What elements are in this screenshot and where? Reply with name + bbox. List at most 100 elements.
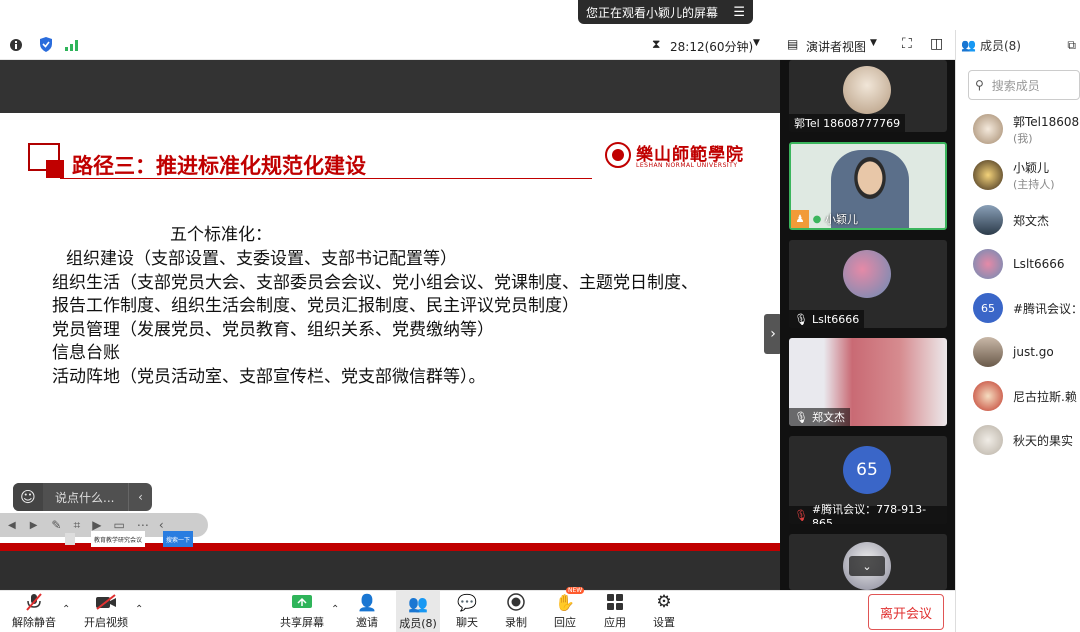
avatar [973, 337, 1003, 367]
microphone-icon: 🎙 [794, 312, 808, 326]
menu-icon[interactable]: ☰ [733, 5, 745, 20]
video-tile[interactable]: ♟ ● 小颖儿 [789, 142, 947, 230]
popout-icon[interactable]: ⧉ [1067, 38, 1076, 53]
invite-label: 邀请 [356, 616, 378, 629]
share-screen-icon [291, 592, 313, 612]
new-badge: NEW [566, 587, 585, 594]
tile-name: Lslt6666 [811, 312, 860, 326]
record-button[interactable]: 录制 [505, 592, 527, 630]
member-role: (我) [1013, 131, 1033, 145]
member-search-placeholder: 搜索成员 [991, 78, 1040, 93]
chat-icon: 💬 [457, 592, 477, 612]
shared-taskbar: 教育教学研究会议 搜索一下 [65, 531, 195, 547]
slide-line: 五个标准化： [170, 225, 272, 245]
reaction-button[interactable]: ✋ NEW 回应 [554, 587, 585, 630]
app-icon [65, 533, 75, 545]
meeting-timer[interactable]: 28:12(60分钟) [670, 38, 753, 55]
video-label: 开启视频 [84, 616, 128, 629]
sidebar-toggle-icon[interactable]: ◫ [930, 36, 943, 52]
video-tile[interactable]: 🎙 郑文杰 [789, 338, 947, 426]
chevron-up-icon[interactable]: ⌃ [62, 604, 70, 615]
camera-off-icon [95, 592, 117, 612]
tile-name-row: ♟ ● 小颖儿 [791, 210, 863, 228]
video-tile[interactable]: 65 🎙 #腾讯会议：778-913-865 [789, 436, 947, 524]
member-search-input[interactable]: ⚲ 搜索成员 [968, 70, 1080, 100]
logo-subtext: LESHAN NORMAL UNIVERSITY [636, 162, 738, 169]
shield-icon[interactable] [38, 37, 54, 53]
member-item[interactable]: 郑文杰 [973, 205, 1049, 235]
avatar-initials: 65 [843, 446, 891, 494]
member-name: 秋天的果实 [1013, 433, 1074, 448]
fullscreen-icon[interactable]: ⛶ [902, 36, 912, 52]
reaction-icon: ✋ NEW [555, 587, 585, 612]
member-item[interactable]: 尼古拉斯.赖 [973, 381, 1077, 411]
member-name: 尼古拉斯.赖 [1013, 389, 1077, 404]
apps-button[interactable]: 应用 [604, 592, 626, 630]
taskbar-item: 搜索一下 [163, 531, 194, 547]
next-icon[interactable]: ▶ [30, 520, 38, 531]
tile-name: #腾讯会议：778-913-865 [811, 502, 927, 525]
member-item[interactable]: 秋天的果实 [973, 425, 1073, 455]
slide-line: 组织生活（支部党员大会、支部委员会会议、党小组会议、党课制度、主题党日制度、 [52, 273, 698, 293]
video-tile[interactable]: 🎙 Lslt6666 [789, 240, 947, 328]
member-name: just.go [1013, 345, 1054, 359]
scroll-down-icon[interactable]: ⌄ [849, 556, 885, 576]
users-icon: 👥 [961, 38, 976, 52]
record-label: 录制 [505, 616, 527, 629]
member-item[interactable]: just.go [973, 337, 1054, 367]
settings-button[interactable]: ⚙ 设置 [653, 592, 675, 630]
info-icon[interactable] [8, 37, 24, 53]
avatar [973, 205, 1003, 235]
reaction-label: 回应 [554, 616, 576, 629]
chevron-up-icon[interactable]: ⌃ [135, 604, 143, 615]
title-underline [60, 178, 592, 179]
view-mode-button[interactable]: 演讲者视图 [806, 38, 866, 55]
apps-label: 应用 [604, 616, 626, 629]
chevron-down-icon[interactable]: ▼ [753, 38, 760, 48]
seal-icon [605, 142, 631, 168]
member-name: 小颖儿 [1013, 160, 1050, 175]
tile-name: 郭Tel 18608777769 [789, 114, 906, 132]
search-icon: ⚲ [975, 78, 984, 92]
tile-name-row: 🎙 Lslt6666 [789, 310, 865, 328]
video-tile[interactable]: ⌄ [789, 534, 947, 590]
unmute-button[interactable]: 解除静音 [12, 592, 56, 630]
invite-button[interactable]: 👤 邀请 [356, 592, 378, 630]
member-item[interactable]: 小颖儿 (主持人) [973, 160, 1055, 191]
chevron-up-icon[interactable]: ⌃ [331, 604, 339, 615]
microphone-muted-icon: 🎙 [794, 508, 808, 522]
chat-placeholder: 说点什么... [55, 490, 115, 505]
slide-title: 路径三：推进标准化规范化建设 [72, 153, 366, 178]
avatar [973, 425, 1003, 455]
leave-meeting-button[interactable]: 离开会议 [868, 594, 944, 630]
comment-icon[interactable]: ▭ [113, 518, 124, 532]
video-tile[interactable]: 郭Tel 18608777769 [789, 60, 947, 132]
unmute-label: 解除静音 [12, 616, 56, 629]
start-video-button[interactable]: 开启视频 [84, 592, 128, 630]
more-icon[interactable]: ⋯ [137, 518, 149, 532]
users-icon: 👥 [408, 593, 428, 613]
chat-label: 聊天 [456, 616, 478, 629]
sharing-banner-text: 您正在观看小颖儿的屏幕 [586, 5, 719, 20]
chevron-down-icon[interactable]: ▼ [870, 38, 877, 48]
members-button[interactable]: 👥 成员(8) [396, 590, 440, 632]
member-item[interactable]: 郭Tel18608777 (我) [973, 114, 1080, 145]
pen-icon[interactable]: ✎ [51, 518, 61, 532]
signal-icon[interactable] [64, 37, 80, 53]
camera-icon[interactable]: ▶ [92, 518, 101, 532]
share-screen-button[interactable]: 共享屏幕 [280, 592, 324, 630]
collapse-chat-icon[interactable]: ‹ [128, 483, 152, 511]
tile-name: 小颖儿 [825, 213, 858, 226]
avatar-initials: 65 [973, 293, 1003, 323]
microphone-icon: 🎙 [794, 410, 808, 424]
emoji-icon[interactable]: ☺ [13, 483, 43, 511]
prev-icon[interactable]: ◀ [8, 520, 16, 531]
chat-input[interactable]: ☺ 说点什么... ‹ [13, 483, 152, 511]
sharing-banner[interactable]: 您正在观看小颖儿的屏幕 ☰ [578, 0, 753, 24]
record-icon [505, 592, 527, 612]
collapse-icon[interactable]: ‹ [159, 518, 164, 532]
slide-line: 组织建设（支部设置、支委设置、支部书记配置等） [66, 249, 457, 269]
member-item[interactable]: 65 #腾讯会议： [973, 293, 1080, 323]
chat-button[interactable]: 💬 聊天 [456, 592, 478, 630]
member-item[interactable]: Lslt6666 [973, 249, 1065, 279]
